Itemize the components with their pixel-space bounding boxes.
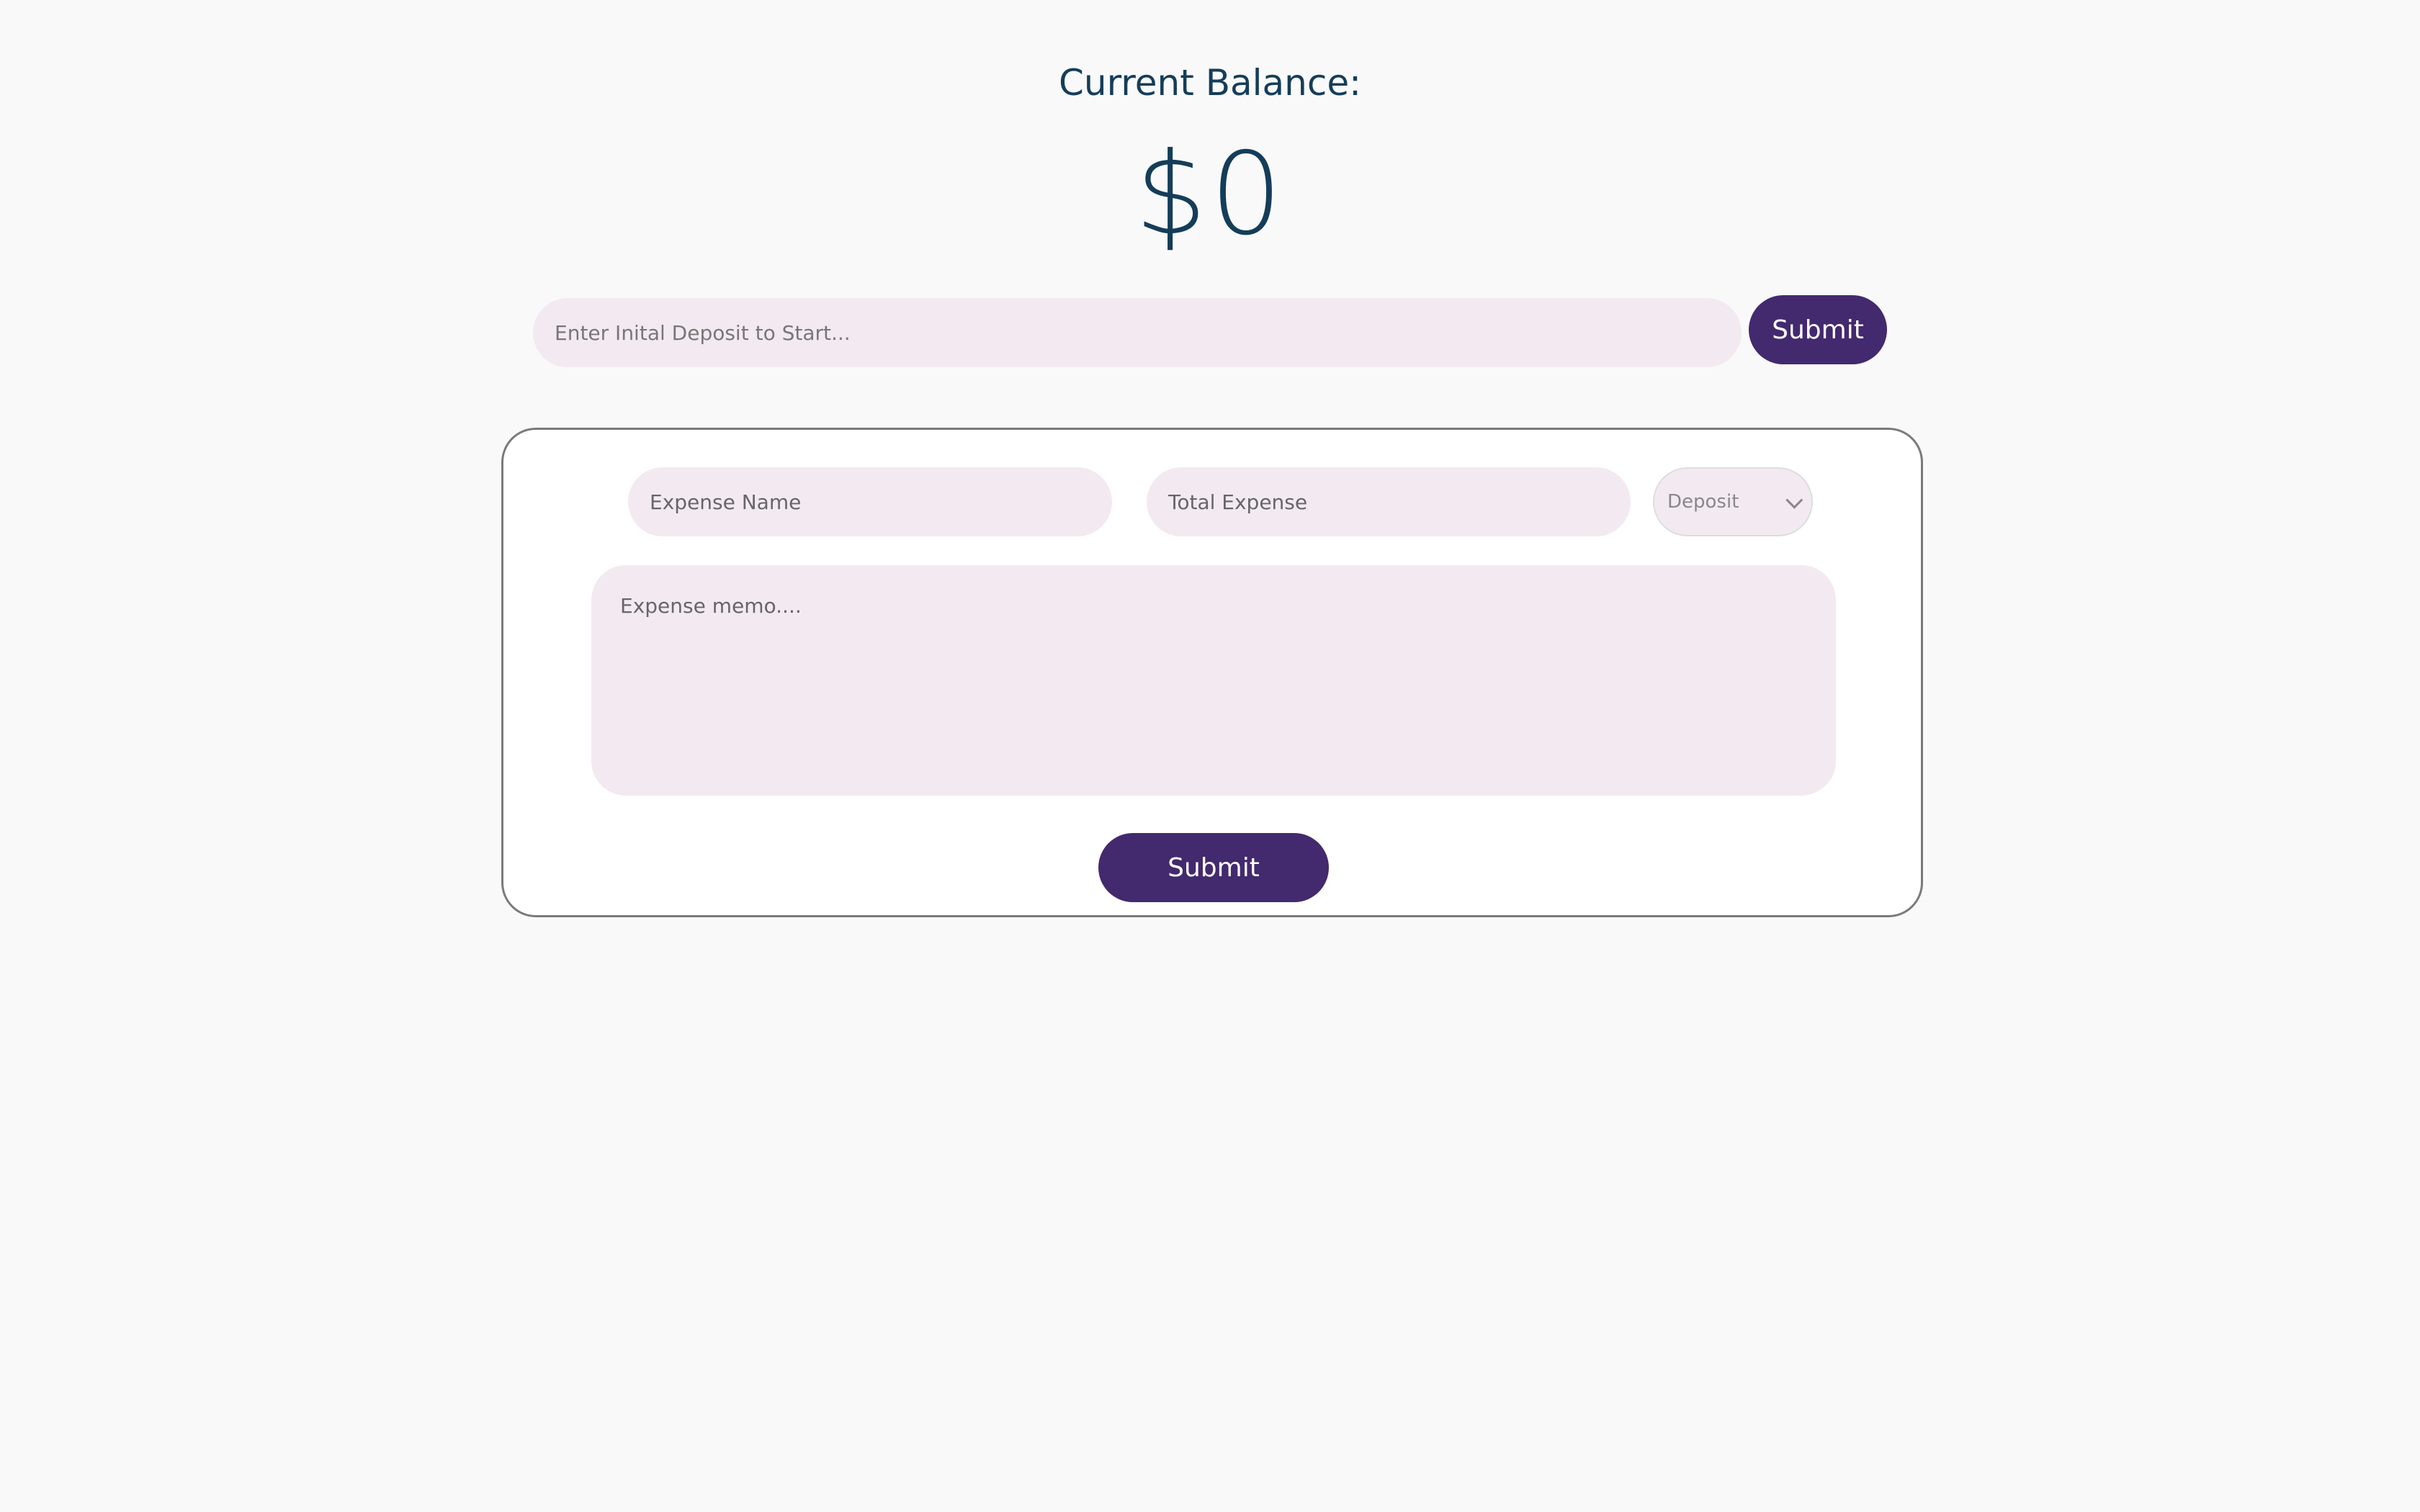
expense-submit-button[interactable]: Submit (1098, 833, 1329, 902)
expense-form-card: Deposit Submit (501, 428, 1923, 917)
expense-memo-textarea[interactable] (591, 565, 1836, 796)
transaction-type-selected: Deposit (1667, 491, 1739, 513)
total-expense-input[interactable] (1147, 467, 1631, 536)
initial-deposit-input[interactable] (533, 298, 1742, 367)
transaction-type-select[interactable]: Deposit (1653, 467, 1813, 536)
balance-label: Current Balance: (1059, 62, 1361, 104)
deposit-submit-button[interactable]: Submit (1749, 295, 1887, 364)
expense-name-input[interactable] (628, 467, 1112, 536)
balance-value: $0 (1134, 128, 1286, 261)
chevron-down-icon (1785, 491, 1803, 509)
